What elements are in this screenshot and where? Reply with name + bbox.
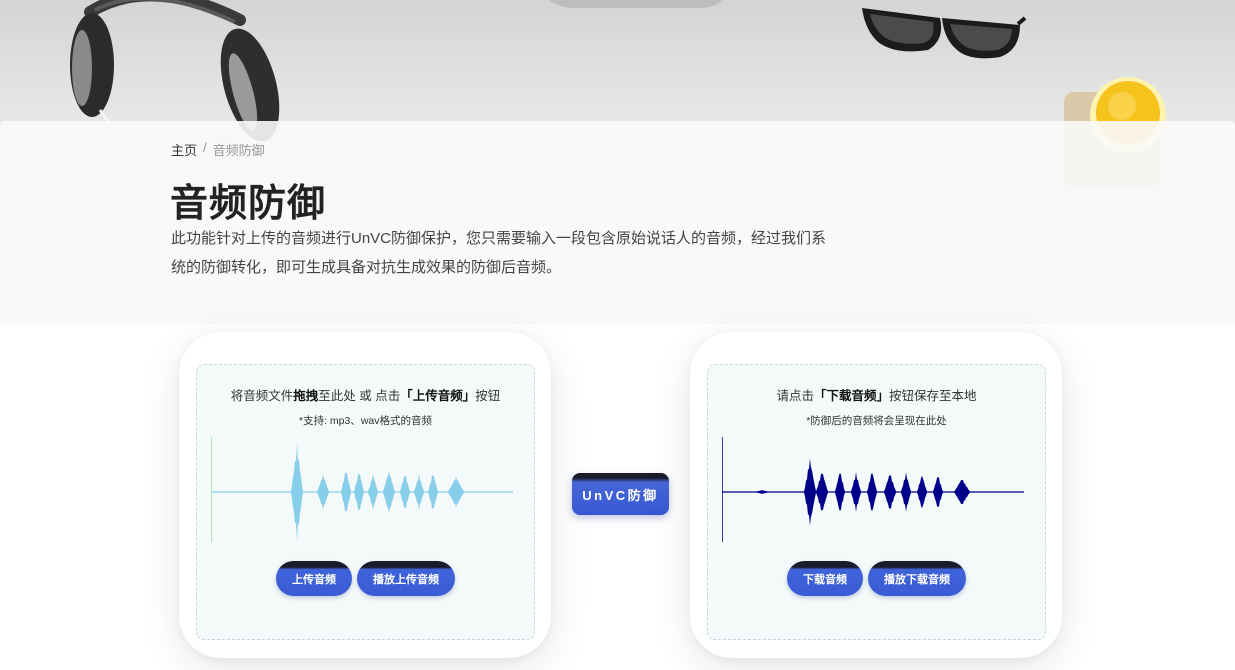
breadcrumb-separator: / (203, 140, 207, 155)
download-card: 请点击「下载音频」按钮保存至本地 *防御后的音频将会呈现在此处 下载音频 播放下… (690, 332, 1062, 658)
upload-audio-button[interactable]: 上传音频 (276, 561, 352, 596)
glasses-image (862, 8, 1027, 59)
upload-format-hint: *支持: mp3、wav格式的音频 (298, 415, 433, 427)
output-hint: *防御后的音频将会呈现在此处 (806, 415, 947, 427)
download-waveform[interactable] (722, 437, 1032, 547)
breadcrumb-current: 音频防御 (212, 143, 265, 158)
download-audio-button[interactable]: 下载音频 (787, 561, 863, 596)
unvc-defend-button[interactable]: UnVC防御 (572, 473, 669, 515)
upload-instruction: 将音频文件拖拽至此处 或 点击「上传音频」按钮 (230, 389, 501, 403)
breadcrumb: 主页 / 音频防御 (171, 140, 265, 159)
page-description: 此功能针对上传的音频进行UnVC防御保护，您只需要输入一段包含原始说话人的音频，… (171, 230, 827, 276)
output-area: 请点击「下载音频」按钮保存至本地 *防御后的音频将会呈现在此处 下载音频 播放下… (707, 364, 1046, 640)
play-uploaded-audio-button[interactable]: 播放上传音频 (357, 561, 455, 596)
upload-waveform[interactable] (211, 437, 521, 547)
upload-card: 将音频文件拖拽至此处 或 点击「上传音频」按钮 *支持: mp3、wav格式的音… (179, 332, 551, 658)
breadcrumb-home-link[interactable]: 主页 (171, 140, 197, 159)
page-title: 音频防御 (170, 183, 327, 225)
play-downloaded-audio-button[interactable]: 播放下载音频 (868, 561, 966, 596)
download-instruction: 请点击「下载音频」按钮保存至本地 (776, 389, 977, 403)
upload-dropzone[interactable]: 将音频文件拖拽至此处 或 点击「上传音频」按钮 *支持: mp3、wav格式的音… (196, 364, 535, 640)
